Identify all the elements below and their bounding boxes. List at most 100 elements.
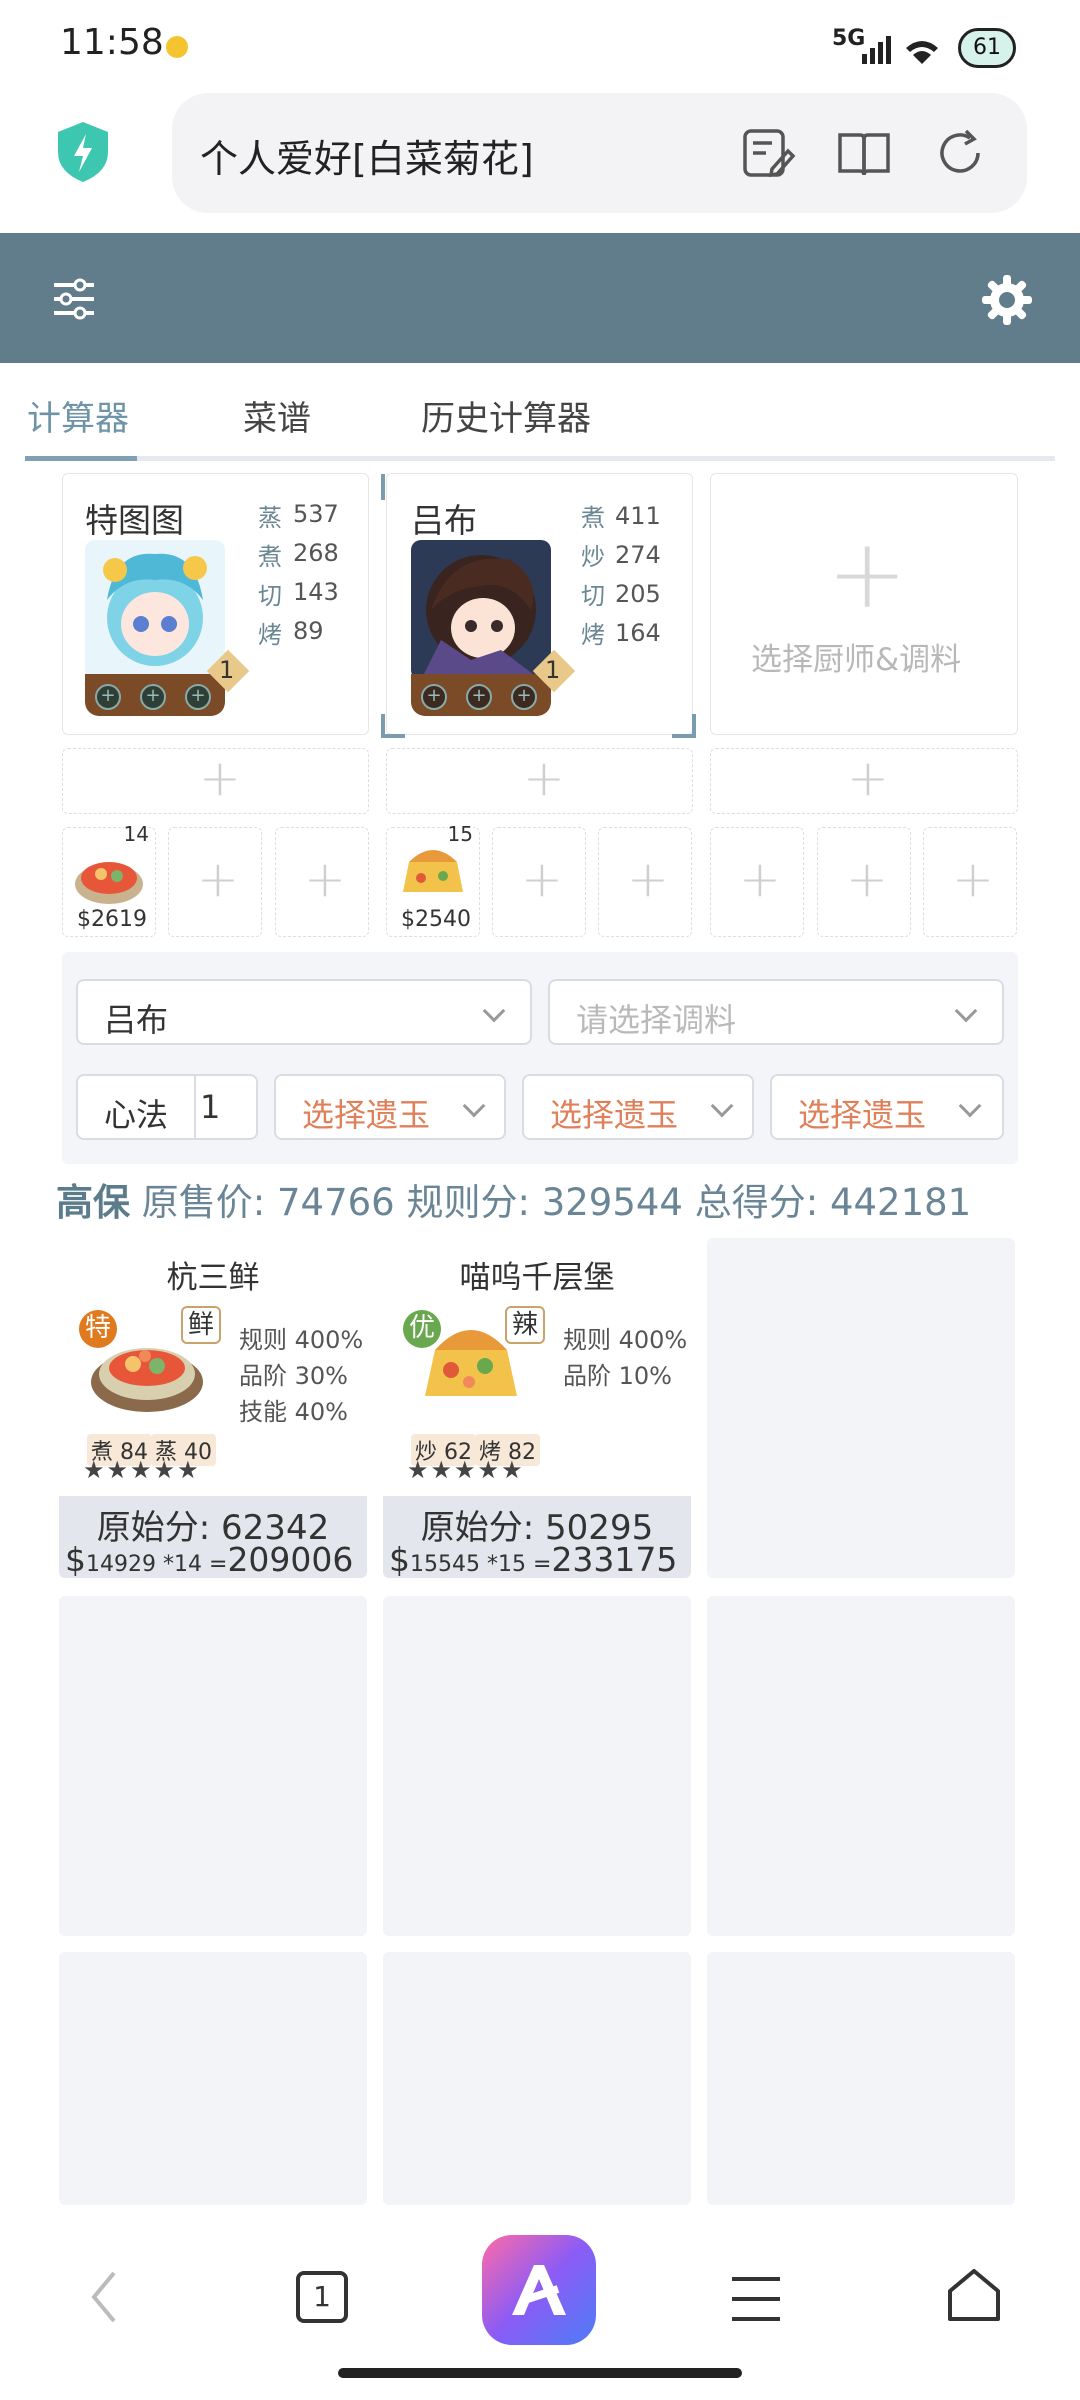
add-equipment-slot[interactable]: + <box>62 748 369 814</box>
add-equipment-slot[interactable]: + <box>710 748 1018 814</box>
refresh-icon[interactable] <box>932 125 988 181</box>
guarantee-label: 高保 <box>56 1181 130 1224</box>
add-dish-slot[interactable]: + <box>492 827 586 937</box>
relic-select[interactable]: 选择遗玉 <box>522 1074 754 1140</box>
battery-indicator: 61 <box>958 28 1016 68</box>
empty-dish-card[interactable] <box>707 1952 1015 2205</box>
add-chef-card[interactable]: + 选择厨师&调料 <box>710 473 1018 735</box>
price-calc: $14929 *14 =209006 <box>65 1540 354 1579</box>
add-dish-slot[interactable]: + <box>168 827 262 937</box>
gear-icon[interactable] <box>980 273 1034 327</box>
xinfa-label: 心法 <box>104 1096 169 1134</box>
plus-icon: + <box>197 850 239 908</box>
tab-recipes[interactable]: 菜谱 <box>243 391 311 440</box>
menu-icon[interactable] <box>728 2273 784 2325</box>
relic-select[interactable]: 选择遗玉 <box>770 1074 1004 1140</box>
slot-icon[interactable]: + <box>185 684 211 710</box>
relic-select[interactable]: 选择遗玉 <box>274 1074 506 1140</box>
plus-icon: + <box>304 850 346 908</box>
status-time: 11:58 <box>60 22 164 63</box>
dish-thumb[interactable]: 15 $2540 <box>386 822 480 937</box>
empty-dish-card[interactable] <box>707 1238 1015 1578</box>
skill-value: 164 <box>615 619 661 647</box>
skill-label: 蒸 <box>258 504 282 532</box>
empty-dish-card[interactable] <box>59 1596 367 1936</box>
empty-dish-card[interactable] <box>383 1952 691 2205</box>
dish-card[interactable]: 杭三鲜 特 鲜 规则 400% 品阶 30% 技能 40% 煮 84 蒸 40 … <box>59 1238 367 1579</box>
add-dish-slot[interactable]: + <box>275 827 369 937</box>
book-icon[interactable] <box>836 125 892 181</box>
home-icon[interactable] <box>944 2265 1004 2325</box>
skill-label: 烤 <box>258 621 282 649</box>
slot-icon[interactable]: + <box>511 684 537 710</box>
chevron-down-icon <box>954 999 978 1023</box>
rule-line: 技能 40% <box>239 1398 348 1426</box>
slot-icon[interactable]: + <box>140 684 166 710</box>
skill-label: 煮 <box>581 504 605 532</box>
empty-dish-card[interactable] <box>59 1952 367 2205</box>
empty-dish-card[interactable] <box>707 1596 1015 1936</box>
chef-level: 1 <box>219 656 235 684</box>
chef-card[interactable]: 特图图 + + + 1 蒸 537 煮 268 切 143 烤 89 <box>62 473 369 735</box>
dish-name: 杭三鲜 <box>166 1260 260 1296</box>
add-dish-slot[interactable]: + <box>598 827 692 937</box>
skill-value: 411 <box>615 502 661 530</box>
tab-calculator[interactable]: 计算器 <box>27 391 129 440</box>
selection-corner <box>381 474 405 500</box>
divider <box>194 1076 196 1138</box>
chef-select[interactable]: 吕布 <box>76 979 532 1045</box>
chef-name: 特图图 <box>85 501 184 540</box>
url-text[interactable]: 个人爱好[白菜菊花] <box>200 128 534 183</box>
back-icon[interactable] <box>84 2267 124 2327</box>
seasoning-select[interactable]: 请选择调料 <box>548 979 1004 1045</box>
dish-score-footer: 原始分: 62342 $14929 *14 =209006 <box>59 1496 367 1579</box>
quantity: *14 <box>163 1552 202 1577</box>
empty-dish-card[interactable] <box>383 1596 691 1936</box>
dish-thumb[interactable]: 14 $2619 <box>62 822 156 937</box>
skill-value: 274 <box>615 541 661 569</box>
add-dish-slot[interactable]: + <box>710 827 804 937</box>
xinfa-input[interactable] <box>200 1078 254 1136</box>
rule-line: 规则 400% <box>239 1326 364 1354</box>
dish-score-footer: 原始分: 50295 $15545 *15 =233175 <box>383 1496 691 1579</box>
dish-image <box>403 850 463 892</box>
add-equipment-slot[interactable]: + <box>386 748 693 814</box>
app-logo-icon[interactable] <box>482 2235 596 2345</box>
chef-avatar <box>411 540 551 680</box>
chef-equipment-slots[interactable]: + + + <box>85 674 225 716</box>
equals: = <box>533 1552 552 1577</box>
active-tab-indicator <box>25 456 137 461</box>
chef-card-selected[interactable]: 吕布 + + + 1 煮 411 炒 274 切 205 烤 164 <box>386 473 693 735</box>
plus-icon: + <box>952 850 994 908</box>
app-toolbar <box>0 233 1080 363</box>
flavor-badge: 辣 <box>505 1306 545 1344</box>
chef-level: 1 <box>545 656 561 684</box>
plus-icon: + <box>521 850 563 908</box>
chef-avatar <box>85 540 225 680</box>
selection-corner <box>672 714 696 738</box>
chevron-down-icon <box>958 1094 982 1118</box>
chevron-down-icon <box>710 1094 734 1118</box>
rule-score-value: 329544 <box>541 1181 683 1224</box>
chef-equipment-slots[interactable]: + + + <box>411 674 551 716</box>
dish-total: 233175 <box>551 1540 678 1579</box>
note-edit-icon[interactable] <box>740 125 796 181</box>
plus-icon: + <box>199 749 241 807</box>
filter-icon[interactable] <box>50 275 98 323</box>
equals: = <box>209 1552 228 1577</box>
tab-history-calculator[interactable]: 历史计算器 <box>421 391 591 440</box>
chevron-down-icon <box>482 999 506 1023</box>
plus-icon: + <box>627 850 669 908</box>
tabs-icon[interactable]: 1 <box>296 2271 348 2323</box>
star-rating: ★★★★★ <box>83 1456 201 1484</box>
slot-icon[interactable]: + <box>95 684 121 710</box>
home-indicator[interactable] <box>338 2368 742 2378</box>
dish-card[interactable]: 喵呜千层堡 优 辣 规则 400% 品阶 10% 炒 62 烤 82 ★★★★★… <box>383 1238 691 1579</box>
shield-icon[interactable] <box>54 120 112 184</box>
add-dish-slot[interactable]: + <box>923 827 1017 937</box>
add-chef-label: 选择厨师&调料 <box>751 642 962 678</box>
slot-icon[interactable]: + <box>421 684 447 710</box>
skill-label: 切 <box>581 582 605 610</box>
slot-icon[interactable]: + <box>466 684 492 710</box>
add-dish-slot[interactable]: + <box>817 827 911 937</box>
